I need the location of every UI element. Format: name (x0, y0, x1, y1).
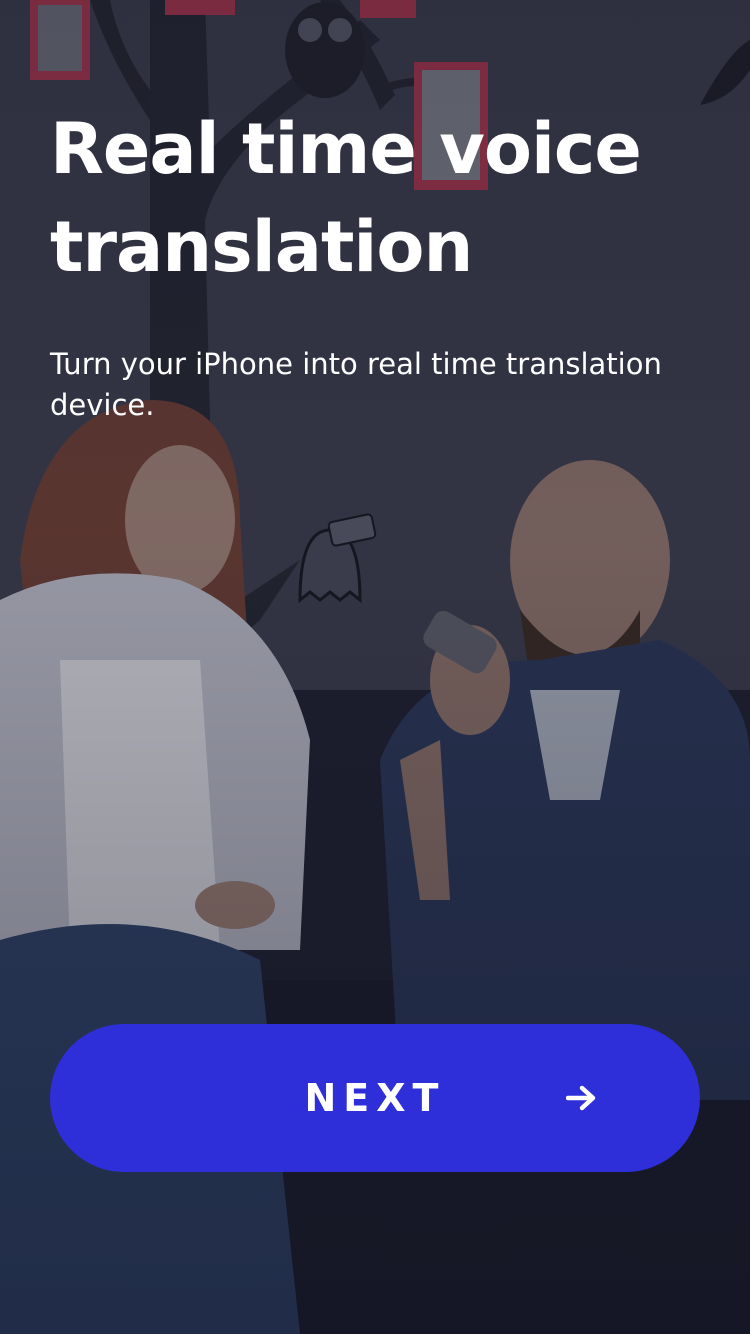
next-button[interactable]: NEXT (50, 1024, 700, 1172)
arrow-right-icon (566, 1085, 596, 1111)
next-button-label: NEXT (304, 1076, 446, 1120)
onboarding-subtitle: Turn your iPhone into real time translat… (50, 347, 662, 422)
onboarding-screen: Real time voice translation Turn your iP… (0, 0, 750, 1334)
onboarding-headline: Real time voice translation (50, 108, 642, 288)
